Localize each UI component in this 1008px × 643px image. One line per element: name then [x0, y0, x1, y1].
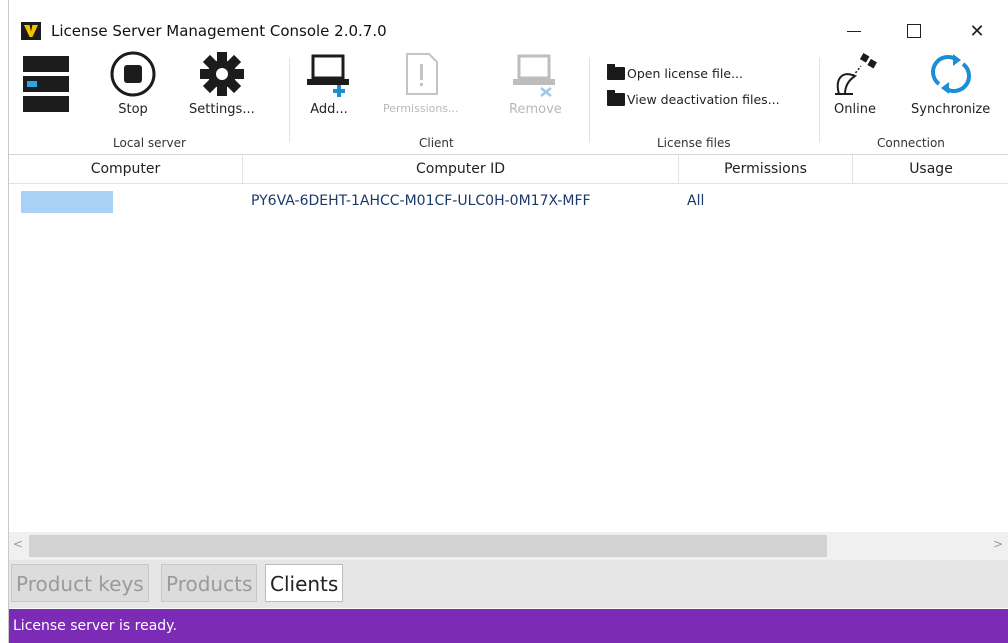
- table-row[interactable]: PY6VA-6DEHT-1AHCC-M01CF-ULC0H-0M17X-MFF …: [9, 186, 1008, 216]
- clients-table-header: Computer Computer ID Permissions Usage: [9, 155, 1008, 184]
- add-computer-icon: [307, 54, 349, 97]
- close-button[interactable]: ✕: [954, 17, 1000, 45]
- stop-icon: [110, 51, 156, 97]
- add-label: Add...: [310, 102, 348, 117]
- scrollbar-thumb[interactable]: [29, 535, 827, 557]
- column-header-permissions[interactable]: Permissions: [679, 155, 853, 183]
- permissions-button[interactable]: Permissions...: [383, 50, 459, 115]
- main-window: License Server Management Console 2.0.7.…: [8, 0, 1008, 643]
- stop-label: Stop: [118, 102, 148, 117]
- permissions-label: Permissions...: [383, 102, 459, 115]
- computer-id-cell: PY6VA-6DEHT-1AHCC-M01CF-ULC0H-0M17X-MFF: [251, 193, 591, 209]
- remove-label: Remove: [509, 102, 562, 117]
- scroll-right-icon[interactable]: >: [993, 537, 1003, 551]
- column-header-usage[interactable]: Usage: [853, 155, 1008, 183]
- status-bar: License server is ready.: [9, 609, 1008, 643]
- server-icon: [23, 56, 69, 112]
- remove-client-button[interactable]: Remove: [509, 50, 562, 117]
- close-icon: ✕: [969, 20, 985, 42]
- permissions-cell: All: [687, 193, 705, 209]
- open-license-file-label: Open license file...: [627, 66, 743, 81]
- settings-label: Settings...: [189, 102, 255, 117]
- ribbon-toolbar: Stop Settings... Local server Add... Per…: [9, 46, 1008, 155]
- tab-products[interactable]: Products: [161, 564, 258, 602]
- computer-name-cell[interactable]: [21, 191, 113, 213]
- view-deactivation-files-button[interactable]: View deactivation files...: [607, 90, 780, 107]
- maximize-button[interactable]: [891, 17, 937, 45]
- satellite-dish-icon: [835, 53, 877, 95]
- folder-icon: [607, 64, 625, 80]
- add-client-button[interactable]: Add...: [305, 50, 353, 117]
- column-header-computer-id[interactable]: Computer ID: [243, 155, 679, 183]
- online-button[interactable]: Online: [831, 50, 879, 117]
- settings-button[interactable]: Settings...: [189, 50, 255, 117]
- open-license-file-button[interactable]: Open license file...: [607, 64, 743, 81]
- column-header-computer[interactable]: Computer: [9, 155, 243, 183]
- ribbon-separator: [819, 58, 820, 142]
- view-deactivation-files-label: View deactivation files...: [627, 92, 780, 107]
- title-bar: License Server Management Console 2.0.7.…: [9, 0, 1008, 46]
- minimize-icon: [847, 30, 861, 32]
- synchronize-label: Synchronize: [911, 102, 991, 117]
- gear-icon: [199, 52, 244, 96]
- window-title: License Server Management Console 2.0.7.…: [51, 22, 387, 40]
- remove-computer-icon: [513, 54, 556, 97]
- maximize-icon: [907, 24, 921, 38]
- group-label-connection: Connection: [877, 136, 945, 150]
- group-label-client: Client: [419, 136, 454, 150]
- tab-product-keys[interactable]: Product keys: [11, 564, 149, 602]
- online-label: Online: [834, 102, 876, 117]
- synchronize-icon: [930, 54, 971, 94]
- ribbon-separator: [289, 58, 290, 142]
- permissions-document-icon: [405, 53, 438, 95]
- scroll-left-icon[interactable]: <: [13, 537, 23, 551]
- bottom-tab-bar: Product keys Products Clients: [9, 560, 1008, 608]
- app-logo-icon: [21, 22, 41, 40]
- group-label-local-server: Local server: [113, 136, 186, 150]
- group-label-license-files: License files: [657, 136, 731, 150]
- server-status-indicator: [23, 56, 69, 114]
- horizontal-scrollbar[interactable]: < >: [9, 532, 1008, 560]
- folder-icon: [607, 90, 625, 106]
- ribbon-separator: [589, 58, 590, 142]
- tab-clients[interactable]: Clients: [265, 564, 344, 602]
- synchronize-button[interactable]: Synchronize: [911, 50, 990, 117]
- minimize-button[interactable]: [831, 17, 877, 45]
- stop-button[interactable]: Stop: [109, 50, 157, 117]
